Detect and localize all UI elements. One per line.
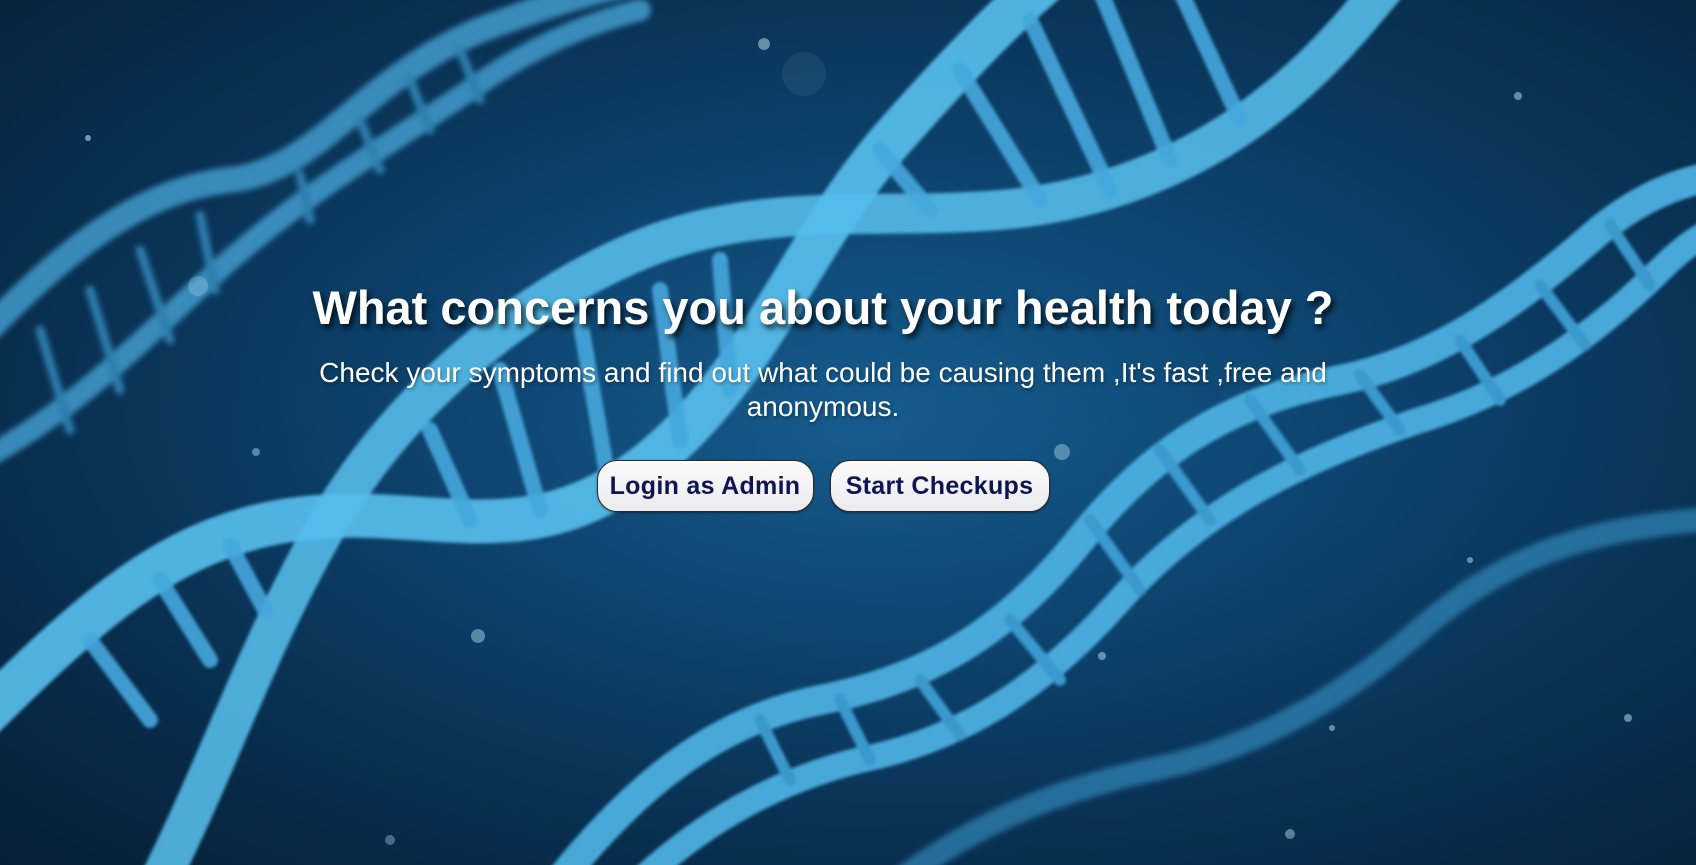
login-admin-button[interactable]: Login as Admin [596, 460, 814, 512]
page-title: What concerns you about your health toda… [312, 281, 1334, 334]
hero-subtitle: Check your symptoms and find out what co… [319, 357, 1327, 422]
start-checkups-button[interactable]: Start Checkups [829, 460, 1050, 512]
hero-content: What concerns you about your health toda… [0, 278, 1646, 512]
hero-section: What concerns you about your health toda… [0, 0, 1696, 865]
hero-actions: Login as Admin Start Checkups [0, 460, 1646, 512]
